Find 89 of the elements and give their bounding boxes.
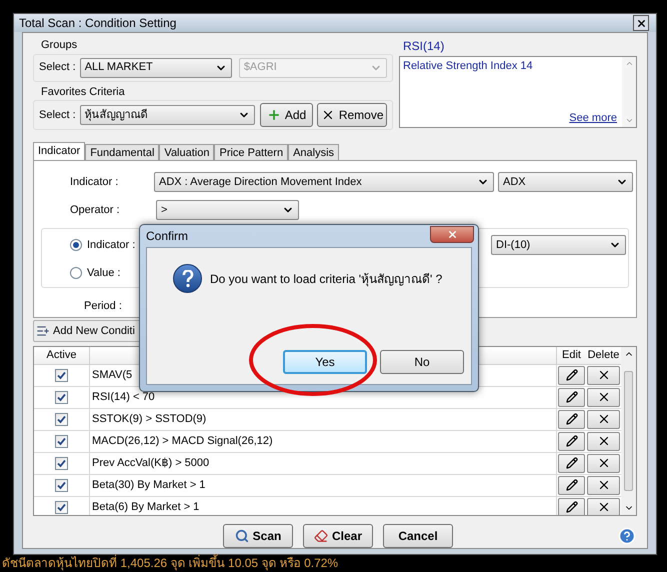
condition-text: Beta(6) By Market > 1 <box>92 500 200 515</box>
pencil-icon <box>566 457 578 469</box>
confirm-message: Do you want to load criteria 'หุ้นสัญญาณดี' ? <box>210 270 442 288</box>
cancel-button[interactable]: Cancel <box>383 524 453 548</box>
add-button[interactable]: Add <box>260 103 314 127</box>
add-icon <box>266 108 281 122</box>
scan-button[interactable]: Scan <box>223 524 293 548</box>
tab[interactable]: Indicator <box>33 142 86 160</box>
see-more-link[interactable]: See more <box>569 110 617 126</box>
delete-button[interactable] <box>587 454 620 472</box>
tab[interactable]: Price Pattern <box>214 144 288 160</box>
dialog-button[interactable]: Yes <box>283 350 367 374</box>
scrollbar[interactable] <box>622 57 636 127</box>
indicator-dropdown[interactable]: ADX : Average Direction Movement Index <box>154 172 494 192</box>
tab[interactable]: Analysis <box>288 144 340 160</box>
window-title: Total Scan : Condition Setting <box>19 15 176 32</box>
radio-button[interactable] <box>70 238 82 251</box>
eraser-icon <box>314 529 328 543</box>
field-label: Operator : <box>69 202 121 218</box>
edit-button[interactable] <box>558 432 585 450</box>
add-condition-button[interactable]: Add New Conditi <box>33 320 142 342</box>
pencil-icon <box>566 391 578 403</box>
pencil-icon <box>566 369 578 381</box>
market-dropdown[interactable]: ALL MARKET <box>80 58 232 78</box>
edit-button[interactable] <box>558 476 585 494</box>
checkbox[interactable] <box>55 456 68 470</box>
help-icon[interactable] <box>618 527 636 545</box>
group-label: Favorites Criteria <box>41 84 126 100</box>
dialog-button[interactable]: No <box>380 350 464 374</box>
delete-button[interactable] <box>587 366 620 384</box>
compare-dropdown[interactable]: DI-(10) <box>491 234 626 255</box>
edit-button[interactable] <box>558 388 585 406</box>
delete-button[interactable] <box>587 498 620 515</box>
clear-button[interactable]: Clear <box>303 524 373 548</box>
pencil-icon <box>566 479 578 491</box>
group-label: Groups <box>41 38 78 53</box>
favorites-dropdown[interactable]: หุ้นสัญญาณดี <box>80 105 255 125</box>
field-label: Period : <box>83 299 123 314</box>
select-label: Select : <box>39 108 76 123</box>
indicator-short-dropdown[interactable]: ADX <box>498 172 633 192</box>
checkbox[interactable] <box>55 412 68 426</box>
pencil-icon <box>566 501 578 513</box>
scroll-up-icon <box>624 59 634 68</box>
checkbox[interactable] <box>55 478 68 492</box>
description-title: RSI(14) <box>403 38 446 55</box>
checkbox[interactable] <box>55 434 68 448</box>
column-header: Edit <box>561 348 582 363</box>
tab[interactable]: Fundamental <box>85 144 160 160</box>
delete-button[interactable] <box>587 388 620 406</box>
close-icon <box>636 18 646 28</box>
column-header: Active <box>34 347 90 364</box>
radio-label: Indicator : <box>87 238 136 252</box>
delete-button[interactable] <box>587 432 620 450</box>
edit-button[interactable] <box>558 498 585 515</box>
ticker-text: ดัชนีตลาดหุ้นไทยปิดที่ 1,405.26 จุด เพิ่มขึ้น 10.05 จุด หรือ 0.72% <box>2 556 338 571</box>
dialog-title: Confirm <box>146 228 188 245</box>
edit-button[interactable] <box>558 366 585 384</box>
description-text: Relative Strength Index 14 <box>403 59 534 74</box>
condition-text: Beta(30) By Market > 1 <box>92 478 206 493</box>
radio-label: Value : <box>87 266 120 281</box>
condition-text: RSI(14) < 70 <box>92 390 155 405</box>
list-add-icon <box>36 324 50 338</box>
edit-button[interactable] <box>558 410 585 428</box>
search-icon <box>234 529 249 543</box>
delete-button[interactable] <box>587 476 620 494</box>
pencil-icon <box>566 413 578 425</box>
checkbox[interactable] <box>55 390 68 404</box>
edit-button[interactable] <box>558 454 585 472</box>
question-icon <box>173 264 202 293</box>
column-header: Delete <box>586 348 620 363</box>
remove-button[interactable]: Remove <box>317 103 387 127</box>
close-button[interactable] <box>633 15 649 31</box>
pencil-icon <box>566 435 578 447</box>
condition-text: SSTOK(9) > SSTOD(9) <box>92 412 206 427</box>
checkbox[interactable] <box>55 368 68 382</box>
field-label: Indicator : <box>69 174 120 190</box>
delete-button[interactable] <box>587 410 620 428</box>
select-label: Select : <box>39 60 76 76</box>
condition-text: SMAV(5 <box>92 368 132 383</box>
close-icon <box>446 228 458 240</box>
radio-button[interactable] <box>70 267 82 279</box>
condition-text: MACD(26,12) > MACD Signal(26,12) <box>92 434 273 449</box>
condition-text: Prev AccVal(K฿) > 5000 <box>92 456 210 471</box>
close-button[interactable] <box>430 226 474 242</box>
checkbox[interactable] <box>55 500 68 514</box>
operator-dropdown[interactable]: > <box>156 200 299 220</box>
scroll-down-icon <box>624 116 634 125</box>
tab[interactable]: Valuation <box>159 144 214 160</box>
scrollbar[interactable] <box>621 347 636 515</box>
